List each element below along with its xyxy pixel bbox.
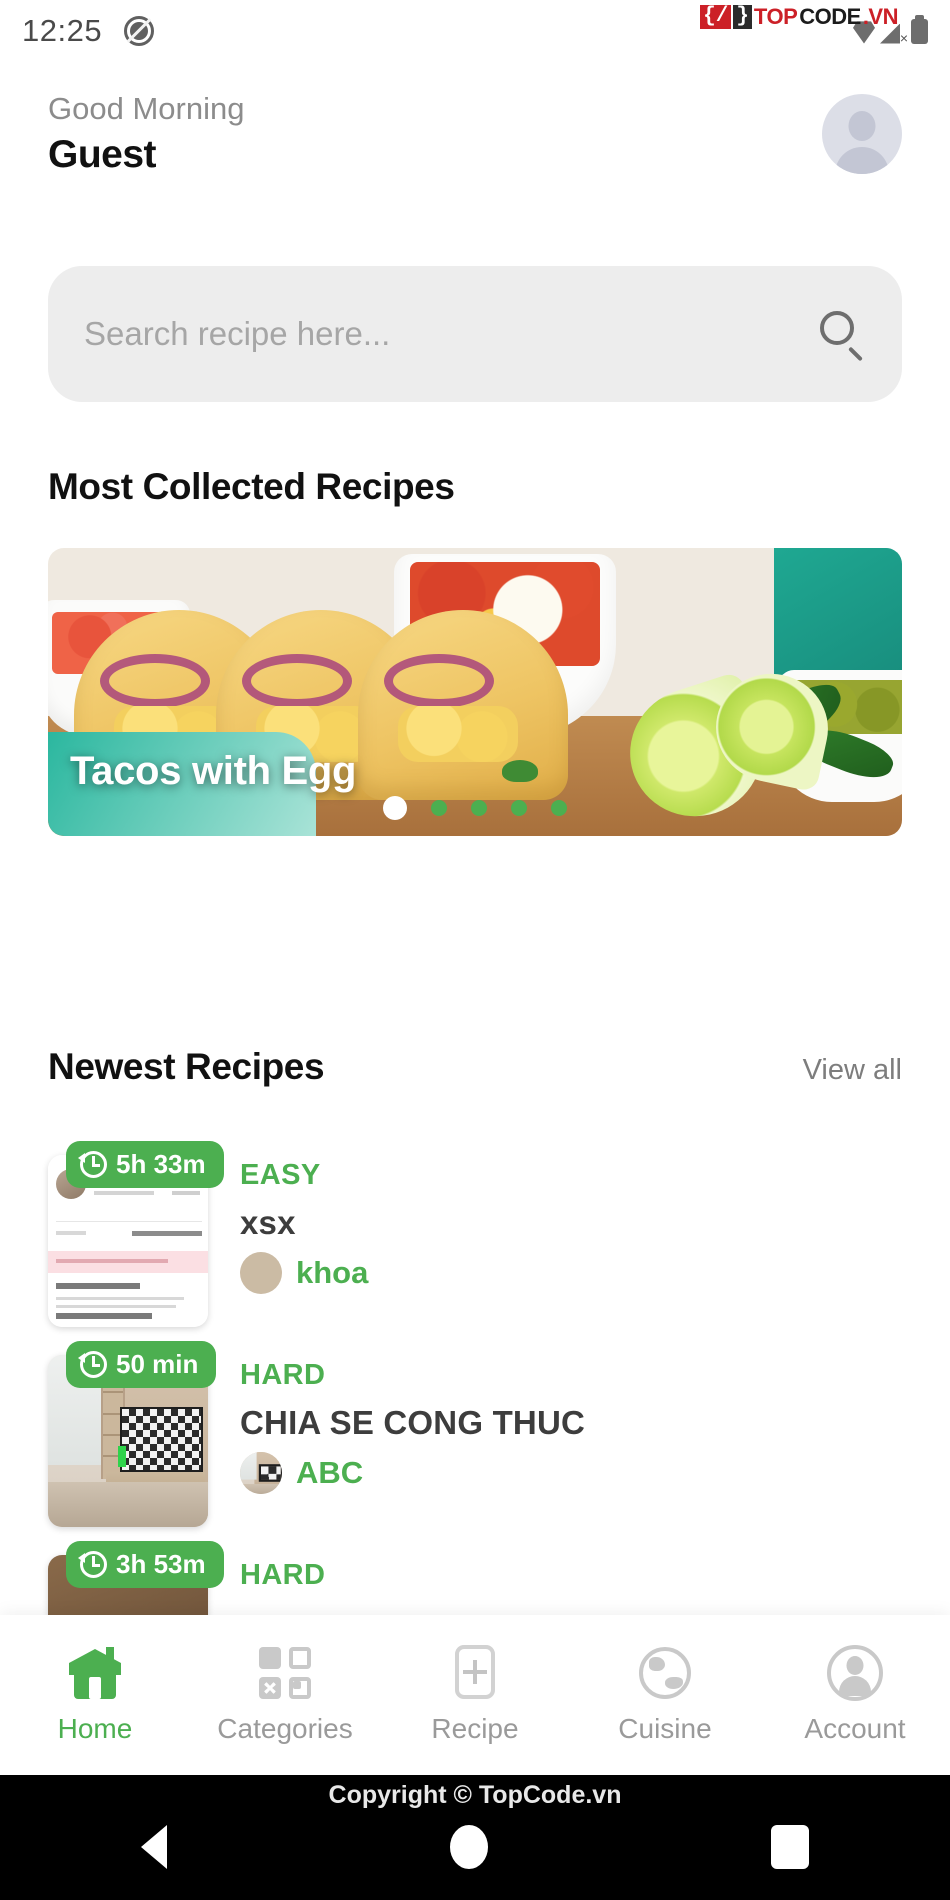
recipe-name: CHIA SE CONG THUC xyxy=(240,1404,586,1441)
author-avatar xyxy=(240,1452,282,1494)
carousel-dot[interactable] xyxy=(511,800,527,816)
watermark-vn-text: .VN xyxy=(862,4,899,29)
status-left-group: 12:25 xyxy=(22,13,155,49)
carousel-dot-active[interactable] xyxy=(383,796,407,820)
status-bar: 12:25 × {/ } TOP CODE .VN xyxy=(0,0,950,62)
carousel-dot[interactable] xyxy=(551,800,567,816)
search-input[interactable]: Search recipe here... xyxy=(48,266,902,402)
recipe-list-item[interactable]: 5h 33m EASY xsx khoa xyxy=(48,1141,902,1327)
recipe-author[interactable]: khoa xyxy=(240,1252,902,1294)
watermark-code-text: CODE xyxy=(799,4,861,29)
carousel-dots[interactable] xyxy=(383,796,567,820)
search-placeholder: Search recipe here... xyxy=(84,315,391,352)
newest-recipes-title: Newest Recipes xyxy=(48,1046,325,1087)
carousel-dot[interactable] xyxy=(471,800,487,816)
home-circle-icon[interactable] xyxy=(449,1824,488,1869)
search-icon[interactable] xyxy=(820,311,866,362)
recipe-time-badge: 5h 33m xyxy=(66,1141,224,1188)
recipe-time-badge: 3h 53m xyxy=(66,1541,224,1588)
recipe-name: xsx xyxy=(240,1204,296,1241)
recipe-info: EASY xsx khoa xyxy=(240,1155,902,1327)
status-time: 12:25 xyxy=(22,13,103,48)
back-triangle-icon[interactable] xyxy=(141,1824,168,1869)
greeting-text: Good Morning xyxy=(48,91,245,126)
silent-mode-icon xyxy=(124,16,155,46)
recipe-author[interactable]: ABC xyxy=(240,1452,902,1494)
bottom-navigation: Home Categories Recipe Cuisine Account xyxy=(0,1615,950,1775)
newest-recipes-header: Newest Recipes View all xyxy=(48,1046,902,1088)
nav-label-recipe: Recipe xyxy=(431,1713,519,1744)
clock-icon xyxy=(78,1351,107,1378)
recents-square-icon[interactable] xyxy=(770,1824,809,1869)
recipe-time-text: 50 min xyxy=(116,1349,199,1379)
home-icon xyxy=(67,1645,123,1701)
recipe-time-text: 5h 33m xyxy=(116,1149,206,1179)
nav-label-cuisine: Cuisine xyxy=(618,1713,712,1744)
nav-item-categories[interactable]: Categories xyxy=(190,1645,380,1745)
app-screen: 12:25 × {/ } TOP CODE .VN Good Morning G… xyxy=(0,0,950,1900)
recipe-thumb-wrap: 50 min xyxy=(48,1341,217,1527)
recipe-thumb-wrap: 5h 33m xyxy=(48,1141,224,1327)
carousel-dot[interactable] xyxy=(431,800,447,816)
nav-item-account[interactable]: Account xyxy=(760,1645,950,1745)
battery-icon xyxy=(911,14,928,44)
hero-title: Tacos with Egg xyxy=(70,749,357,793)
topcode-watermark: {/ } TOP CODE .VN xyxy=(700,4,899,30)
recipe-time-badge: 50 min xyxy=(66,1341,217,1388)
plus-square-icon xyxy=(447,1645,503,1701)
watermark-top-text: TOP xyxy=(753,4,798,29)
page-header: Good Morning Guest xyxy=(0,88,950,181)
username-text: Guest xyxy=(48,132,157,176)
recipe-difficulty: EASY xyxy=(240,1159,321,1191)
nav-label-categories: Categories xyxy=(217,1713,353,1744)
nav-item-recipe[interactable]: Recipe xyxy=(380,1645,570,1745)
globe-icon xyxy=(637,1645,693,1701)
grid-icon xyxy=(257,1645,313,1701)
view-all-link[interactable]: View all xyxy=(803,1054,902,1087)
account-icon xyxy=(827,1645,883,1701)
copyright-text: Copyright © TopCode.vn xyxy=(328,1781,622,1809)
watermark-brace-left: {/ xyxy=(700,4,732,30)
user-avatar-icon[interactable] xyxy=(822,94,902,175)
nav-label-home: Home xyxy=(57,1713,133,1744)
nav-label-account: Account xyxy=(804,1713,906,1744)
watermark-brace-right: } xyxy=(733,4,752,30)
recipe-list-item[interactable]: 50 min HARD CHIA SE CONG THUC ABC xyxy=(48,1341,902,1527)
greeting-block: Good Morning Guest xyxy=(48,88,244,181)
clock-icon xyxy=(78,1551,107,1578)
author-name: ABC xyxy=(296,1455,364,1490)
recipe-time-text: 3h 53m xyxy=(116,1549,206,1579)
nav-item-home[interactable]: Home xyxy=(0,1645,190,1745)
recipe-info: HARD CHIA SE CONG THUC ABC xyxy=(240,1355,902,1527)
android-navigation-bar: Copyright © TopCode.vn xyxy=(0,1775,950,1900)
author-avatar xyxy=(240,1252,282,1294)
hero-carousel-card[interactable]: Tacos with Egg xyxy=(48,548,902,836)
recipe-difficulty: HARD xyxy=(240,1359,326,1391)
clock-icon xyxy=(78,1151,107,1178)
nav-item-cuisine[interactable]: Cuisine xyxy=(570,1645,760,1745)
author-name: khoa xyxy=(296,1255,369,1290)
recipe-difficulty: HARD xyxy=(240,1559,326,1591)
most-collected-title: Most Collected Recipes xyxy=(48,466,455,507)
